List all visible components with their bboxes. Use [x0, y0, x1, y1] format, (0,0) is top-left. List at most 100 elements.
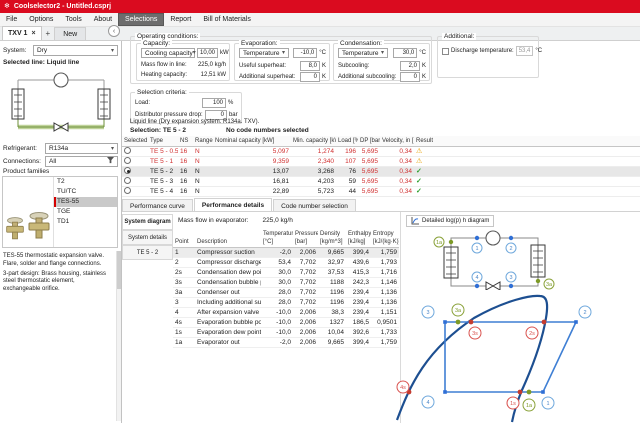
operating-conditions-legend: Operating conditions: — [135, 33, 200, 40]
capacity-mode-value: Cooling capacity — [145, 50, 193, 57]
perf-row[interactable]: 1sEvaporation dew point -10,02,006 10,04… — [173, 327, 399, 337]
perf-row[interactable]: 1aEvaporator out -2,02,006 9,665399,4 1,… — [173, 337, 399, 347]
perf-row[interactable]: 2Compressor discharge (estimated) 53,47,… — [173, 257, 399, 267]
mass-flow-line-label: Mass flow in line: — [141, 62, 187, 68]
performance-details-table: Temperature Pressure Density Enthalpy En… — [173, 229, 399, 348]
subcooling-input[interactable]: 2,0 — [400, 61, 420, 71]
refrigerant-label: Refrigerant: — [3, 145, 43, 152]
useful-superheat-input[interactable]: 8,0 — [300, 61, 320, 71]
row-radio[interactable] — [124, 147, 131, 154]
detailed-logph-button[interactable]: Detailed log(p) h diagram — [406, 215, 494, 227]
filter-funnel-icon — [107, 157, 114, 166]
menu-options[interactable]: Options — [23, 13, 59, 26]
scrollbar-thumb[interactable] — [117, 251, 121, 289]
table-row[interactable]: TE 5 - 116 N9,359 2,340107 5,6950,34 ⚠ — [122, 156, 640, 166]
perf-row[interactable]: 3sCondensation bubble point 30,07,702 11… — [173, 277, 399, 287]
expansion-valve-symbol — [486, 282, 500, 290]
svg-text:4: 4 — [426, 400, 429, 406]
sidebar-scrollbar[interactable] — [116, 251, 121, 421]
add-tab-button[interactable]: + — [42, 27, 55, 40]
selected-line-label: Selected line: Liquid line — [3, 59, 118, 66]
condensation-temp-unit: °C — [419, 50, 426, 56]
menu-file[interactable]: File — [0, 13, 23, 26]
perf-row[interactable]: 1Compressor suction -2,02,006 9,665399,4… — [173, 247, 399, 257]
discharge-temp-checkbox[interactable] — [442, 48, 449, 55]
connections-select-value: All — [49, 158, 56, 165]
row-radio-selected[interactable] — [124, 167, 131, 174]
condensation-mode-select[interactable]: Temperature ▾ — [338, 48, 388, 58]
condensation-temp-input[interactable]: 30,0 — [393, 48, 417, 58]
evaporation-temp-input[interactable]: -10,0 — [293, 48, 317, 58]
selected-line-diagram — [4, 67, 118, 133]
table-row-selected[interactable]: TE 5 - 216 N13,07 3,26876 5,6950,34 ✓ — [122, 166, 640, 176]
system-select-value: Dry — [37, 47, 47, 54]
load-input[interactable]: 100 — [202, 98, 226, 108]
system-select[interactable]: Dry ▾ — [33, 45, 118, 56]
menu-tools[interactable]: Tools — [59, 13, 87, 26]
side-button-system-diagram[interactable]: System diagram — [122, 214, 173, 230]
title-bar: ❄ Coolselector2 - Untitled.csprj — [0, 0, 640, 13]
perf-row[interactable]: 3aCondenser out 28,07,702 1196239,4 1,13… — [173, 287, 399, 297]
collapse-panel-button[interactable]: ‹ — [108, 25, 120, 37]
svg-text:1: 1 — [475, 246, 478, 252]
chevron-down-icon: ▾ — [381, 50, 384, 56]
refrigerant-select[interactable]: R134a ▾ — [45, 143, 118, 154]
additional-superheat-input[interactable]: 0 — [300, 72, 320, 82]
performance-table-group-header: Temperature Pressure Density Enthalpy En… — [173, 229, 399, 238]
table-row[interactable]: TE 5 - 316 N16,81 4,20359 5,6950,34 ✓ — [122, 176, 640, 186]
tab-close-icon[interactable]: × — [31, 30, 35, 37]
svg-text:3: 3 — [426, 310, 429, 316]
additional-subcooling-input[interactable]: 0 — [400, 72, 420, 82]
side-button-te52[interactable]: TE 5 - 2 — [122, 245, 173, 260]
row-radio[interactable] — [124, 177, 131, 184]
condensation-legend: Condensation: — [338, 40, 384, 47]
capacity-mode-select[interactable]: Cooling capacity ▾ — [141, 48, 195, 58]
menu-selections[interactable]: Selections — [118, 13, 164, 26]
family-item-tge[interactable]: TGE — [54, 207, 117, 217]
row-radio[interactable] — [124, 157, 131, 164]
svg-text:1a: 1a — [436, 240, 443, 246]
distributor-pressure-drop-unit: bar — [229, 112, 238, 118]
product-images — [3, 177, 53, 247]
perf-row[interactable]: 2sCondensation dew point 30,07,702 37,53… — [173, 267, 399, 277]
tab-txv1[interactable]: TXV 1 × — [2, 26, 42, 40]
cycle-path — [445, 322, 576, 392]
system-row: System: Dry ▾ — [3, 45, 118, 56]
line-info-text: Liquid line (Dry expansion system. R134a… — [130, 119, 259, 125]
perf-row[interactable]: 3Including additional subcooling 28,07,7… — [173, 297, 399, 307]
mass-flow-evaporator-row: Mass flow in evaporator: 225,0 kg/h — [178, 217, 293, 224]
svg-text:2: 2 — [583, 310, 586, 316]
evaporation-mode-select[interactable]: Temperature ▾ — [239, 48, 289, 58]
discharge-temp-input[interactable]: 53,4 — [516, 46, 534, 56]
window-title: Coolselector2 - Untitled.csprj — [14, 3, 111, 10]
tab-performance-details[interactable]: Performance details — [194, 198, 272, 212]
load-unit: % — [228, 100, 238, 106]
sidebar: System: Dry ▾ Selected line: Liquid line… — [0, 41, 122, 423]
evaporator-symbol — [12, 89, 24, 119]
family-item-tutc[interactable]: TU/TC — [54, 187, 117, 197]
table-row[interactable]: TE 5 - 0.516 N5,097 1,274196 5,6950,34 ⚠ — [122, 146, 640, 156]
svg-text:1a: 1a — [526, 403, 533, 409]
perf-row[interactable]: 4After expansion valve -10,02,006 38,323… — [173, 307, 399, 317]
evaporation-group: Evaporation: Temperature ▾ -10,0 °C Usef… — [234, 43, 330, 81]
row-radio[interactable] — [124, 187, 131, 194]
connections-select[interactable]: All — [45, 156, 118, 167]
cooling-capacity-input[interactable]: 10,00 — [197, 48, 218, 58]
ok-check-icon: ✓ — [416, 168, 422, 175]
additional-subcooling-unit: K — [422, 74, 426, 80]
family-item-t2[interactable]: T2 — [54, 177, 117, 187]
svg-text:4s: 4s — [400, 385, 406, 391]
side-button-system-details[interactable]: System details — [122, 230, 173, 245]
evaporation-legend: Evaporation: — [239, 40, 280, 47]
table-row[interactable]: TE 5 - 416 N22,89 5,72344 5,6950,34 ✓ — [122, 186, 640, 196]
new-tab-button[interactable]: New — [54, 27, 86, 40]
compressor-symbol — [486, 231, 500, 245]
operating-conditions-group: Operating conditions: Capacity: Cooling … — [130, 36, 432, 84]
family-item-td1[interactable]: TD1 — [54, 217, 117, 227]
menu-report[interactable]: Report — [164, 13, 197, 26]
family-item-tes55[interactable]: TES-55 — [54, 197, 117, 207]
connections-row: Connections: All — [3, 156, 118, 167]
perf-row[interactable]: 4sEvaporation bubble point -10,02,006 13… — [173, 317, 399, 327]
performance-table-sub-header: Point Description [°C] [bar] [kg/m^3] [k… — [173, 238, 399, 247]
menu-bill-of-materials[interactable]: Bill of Materials — [197, 13, 256, 26]
